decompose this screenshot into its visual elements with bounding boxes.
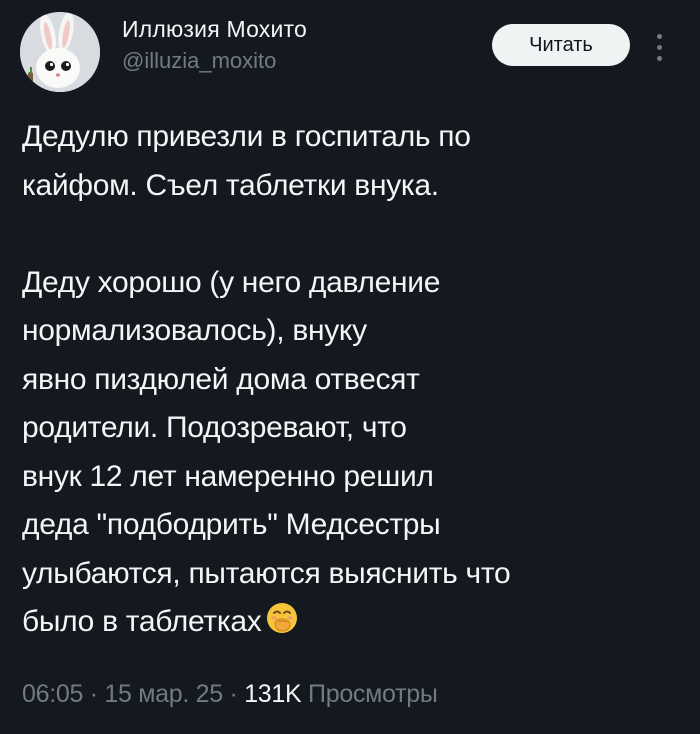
views-count[interactable]: 131K — [244, 680, 301, 708]
tweet-meta: 06:05 · 15 мар. 25 · 131K Просмотры — [22, 674, 438, 714]
tweet-date[interactable]: 15 мар. 25 — [104, 680, 223, 708]
tweet-text-line: Дедулю привезли в госпиталь по — [22, 120, 471, 153]
author-handle[interactable]: @illuzia_moxito — [122, 46, 307, 76]
bunny-avatar-image — [20, 12, 100, 92]
author-block: Иллюзия Мохито @illuzia_moxito — [122, 14, 307, 76]
tweet-text-line: нормализовалось), внуку — [22, 314, 367, 347]
author-display-name[interactable]: Иллюзия Мохито — [122, 14, 307, 44]
avatar[interactable] — [20, 12, 100, 92]
tweet-text-line: было в таблетках — [22, 605, 262, 638]
tweet-text-line: явно пиздюлей дома отвесят — [22, 362, 420, 396]
face-with-hand-over-mouth-emoji — [265, 601, 299, 651]
tweet-text-line: кайфом. Съел таблетки внука. — [22, 168, 439, 202]
meta-separator: · — [229, 680, 238, 708]
tweet-text-line: деда "подбодрить" Медсестры — [22, 508, 441, 541]
tweet-text-line: внук 12 лет намеренно решил — [22, 459, 434, 493]
meta-separator: · — [89, 680, 98, 708]
views-label: Просмотры — [308, 680, 438, 708]
tweet-text-line: улыбаются, пытаются выяснить что — [22, 556, 511, 590]
more-options-icon[interactable] — [650, 30, 670, 66]
tweet-text-line: Деду хорошо (у него давление — [22, 265, 441, 299]
tweet-card: Иллюзия Мохито @illuzia_moxito Читать Де… — [0, 0, 700, 734]
tweet-text: Дедулю привезли в госпиталь по кайфом. С… — [22, 113, 682, 651]
follow-button[interactable]: Читать — [492, 24, 630, 66]
tweet-text-line-last: было в таблетках — [22, 598, 682, 651]
tweet-time[interactable]: 06:05 — [22, 680, 83, 708]
tweet-text-line: родители. Подозревают, что — [22, 411, 407, 444]
